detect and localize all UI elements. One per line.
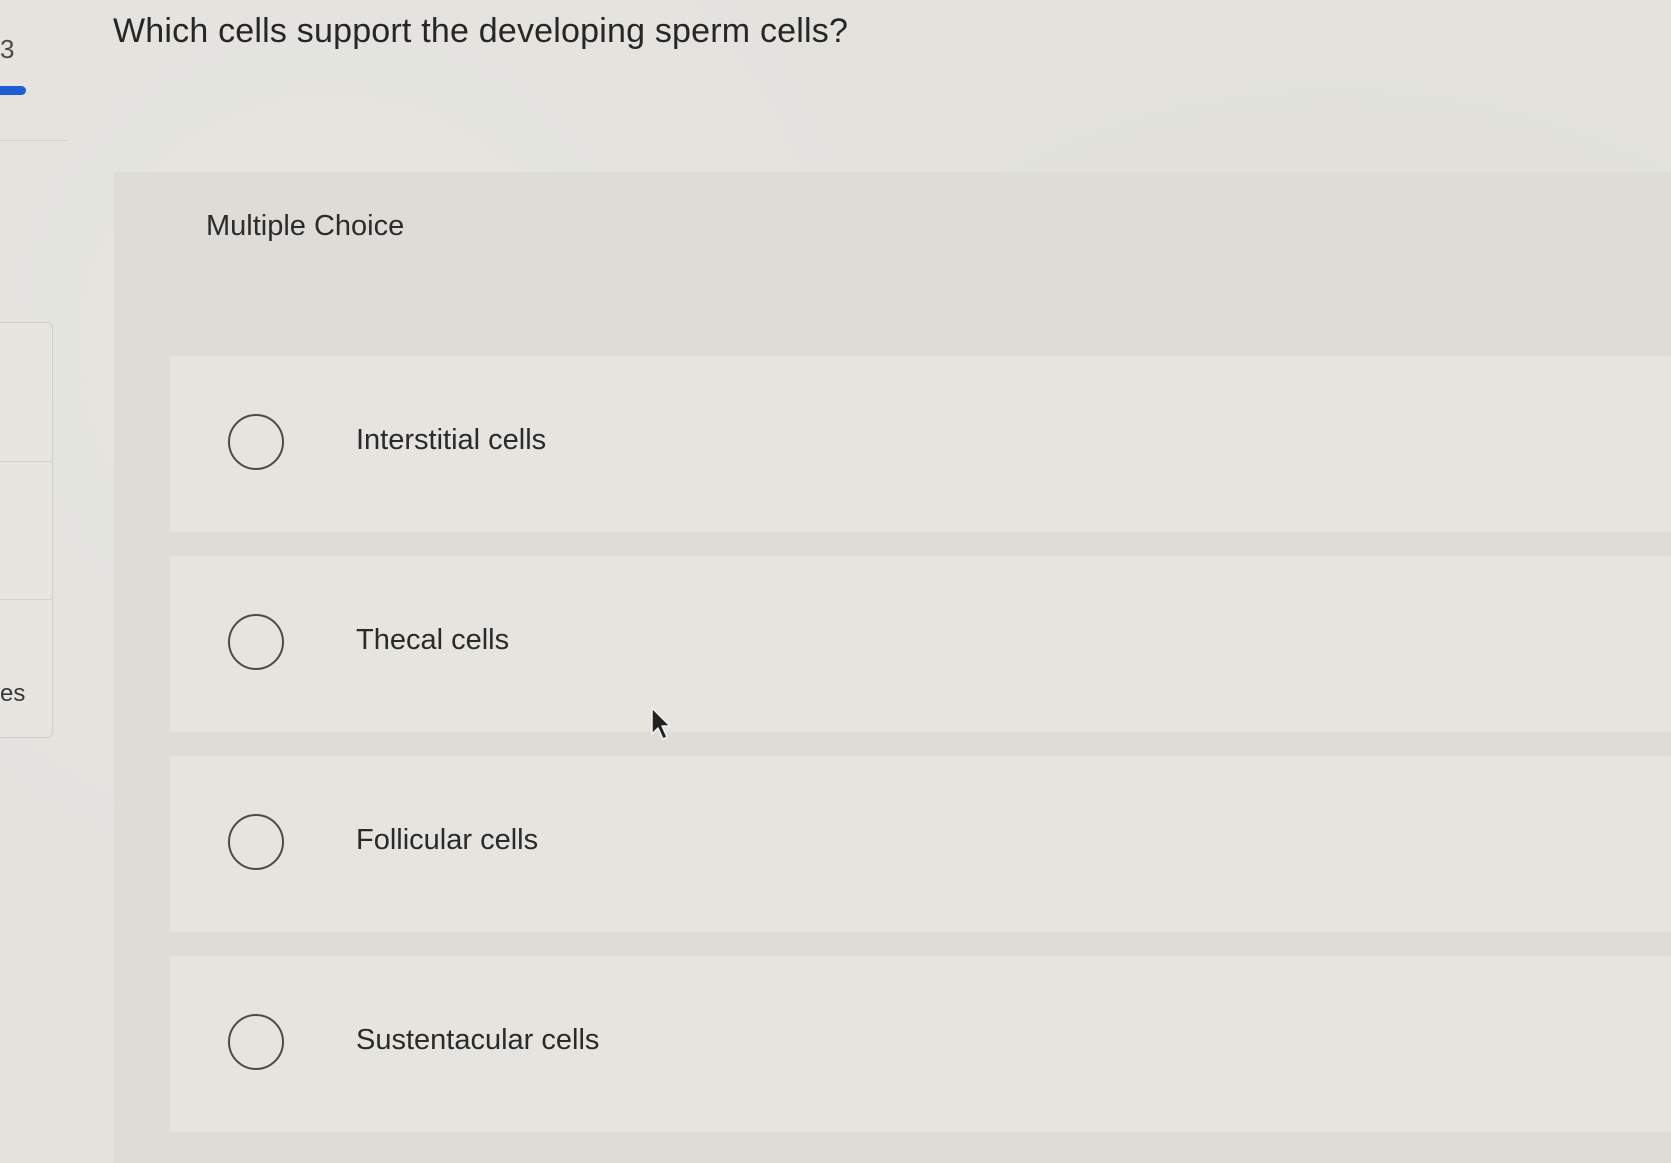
radio-empty-icon[interactable] <box>228 814 284 870</box>
progress-indicator <box>0 86 26 95</box>
answer-option-label[interactable]: Interstitial cells <box>356 424 546 457</box>
answer-option[interactable]: Follicular cells <box>170 756 1671 932</box>
answer-options: Interstitial cells Thecal cells Follicul… <box>170 356 1671 1156</box>
answer-card: Multiple Choice Interstitial cells Theca… <box>114 172 1671 1163</box>
question-navigator-sidebar: 3 es <box>0 0 70 1163</box>
answer-option-label[interactable]: Sustentacular cells <box>356 1024 599 1057</box>
sidebar-divider <box>0 140 68 141</box>
question-type-label: Multiple Choice <box>206 210 405 242</box>
answer-option[interactable]: Interstitial cells <box>170 356 1671 532</box>
sidebar-panel-divider <box>0 461 52 462</box>
mouse-pointer-icon <box>651 707 671 740</box>
answer-option-label[interactable]: Follicular cells <box>356 824 538 857</box>
answer-option[interactable]: Sustentacular cells <box>170 956 1671 1132</box>
question-prompt: Which cells support the developing sperm… <box>113 12 849 50</box>
sidebar-panel[interactable] <box>0 322 53 738</box>
question-number[interactable]: 3 <box>0 34 14 65</box>
sidebar-panel-divider <box>0 599 52 600</box>
answer-option[interactable]: Thecal cells <box>170 556 1671 732</box>
radio-empty-icon[interactable] <box>228 414 284 470</box>
radio-empty-icon[interactable] <box>228 614 284 670</box>
answer-option-label[interactable]: Thecal cells <box>356 624 509 657</box>
radio-empty-icon[interactable] <box>228 1014 284 1070</box>
sidebar-partial-label[interactable]: es <box>0 680 25 708</box>
